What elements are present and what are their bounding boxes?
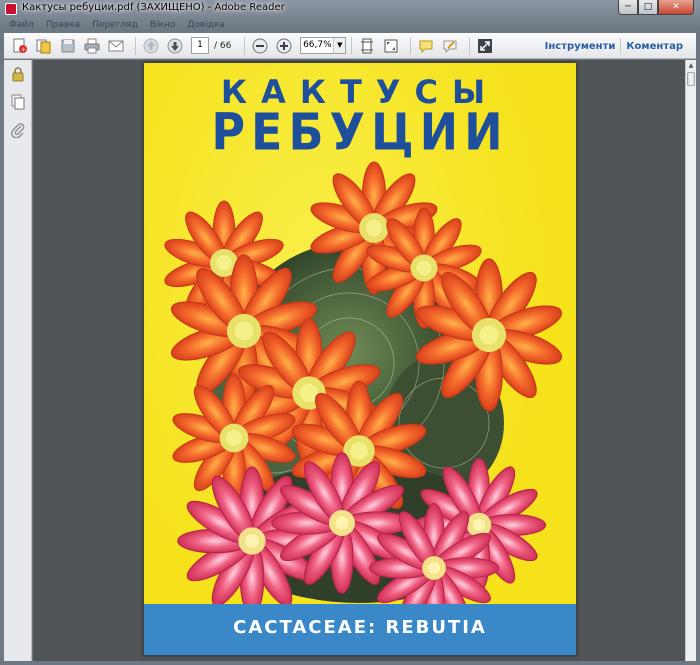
window-title: Кактусы ребуции.pdf (ЗАХИЩЕНО) - Adobe R… <box>22 2 285 13</box>
arrow-down-icon <box>167 38 183 53</box>
previous-page-button[interactable] <box>141 36 161 56</box>
page-thumbnails-button[interactable] <box>10 94 26 110</box>
highlight-pen-icon <box>443 40 457 53</box>
menu-bar: Файл Правка Перегляд Вікно Довідка <box>4 18 225 34</box>
menu-view[interactable]: Перегляд <box>92 18 138 34</box>
menu-window[interactable]: Вікно <box>150 18 176 34</box>
sticky-note-button[interactable] <box>416 36 436 56</box>
toolbar-separator <box>135 36 136 55</box>
create-pdf-icon: + <box>13 38 27 53</box>
navigation-pane <box>4 60 32 661</box>
vertical-scrollbar[interactable]: ▲ <box>685 60 696 661</box>
window-controls: ─ □ ✕ <box>618 0 694 16</box>
menu-edit[interactable]: Правка <box>46 18 80 34</box>
toolbar-separator <box>351 36 353 55</box>
cover-footer-band: CACTACEAE: REBUTIA <box>144 604 576 655</box>
close-button[interactable]: ✕ <box>658 0 694 15</box>
tools-pane-button[interactable]: Інструменти <box>540 41 621 52</box>
menu-help[interactable]: Довідка <box>187 18 225 34</box>
scroll-mode-button[interactable] <box>357 36 377 56</box>
print-icon <box>84 38 100 53</box>
save-icon <box>61 39 75 52</box>
fit-page-button[interactable] <box>381 36 401 56</box>
save-button[interactable] <box>58 36 78 56</box>
fit-page-icon <box>384 39 398 52</box>
svg-text:+: + <box>21 46 26 53</box>
toolbar-separator <box>410 36 412 55</box>
comment-pane-button[interactable]: Коментар <box>621 41 688 52</box>
adobe-reader-window: Кактусы ребуции.pdf (ЗАХИЩЕНО) - Adobe R… <box>0 0 700 665</box>
combine-icon <box>36 39 51 53</box>
highlight-button[interactable] <box>440 36 460 56</box>
menu-file[interactable]: Файл <box>9 18 34 34</box>
page-number-input[interactable]: 1 <box>191 37 209 54</box>
title-bar: Кактусы ребуции.pdf (ЗАХИЩЕНО) - Adobe R… <box>0 0 700 18</box>
expand-arrows-icon <box>478 38 493 53</box>
scroll-thumb[interactable] <box>687 72 695 86</box>
scroll-up-arrow-icon[interactable]: ▲ <box>686 60 696 71</box>
toolbar-panes: Інструменти Коментар <box>540 33 688 59</box>
cactus-flowers-photo <box>160 161 567 604</box>
pages-icon <box>11 94 25 110</box>
lock-icon <box>12 67 24 82</box>
attachments-button[interactable] <box>10 122 26 139</box>
minimize-button[interactable]: ─ <box>618 0 638 15</box>
zoom-value: 66,7% <box>303 40 332 50</box>
email-icon <box>108 40 124 51</box>
pdf-app-icon <box>5 3 17 15</box>
toolbar-separator <box>244 36 246 55</box>
paperclip-icon <box>11 123 25 139</box>
zoom-select[interactable]: 66,7% ▼ <box>300 37 347 54</box>
plus-circle-icon <box>276 38 292 53</box>
combine-button[interactable] <box>34 36 54 56</box>
email-button[interactable] <box>106 36 126 56</box>
lock-button[interactable] <box>10 66 26 82</box>
page-total: / 66 <box>214 40 232 51</box>
zoom-in-button[interactable] <box>274 36 294 56</box>
next-page-button[interactable] <box>165 36 185 56</box>
speech-bubble-icon <box>419 40 433 53</box>
zoom-out-button[interactable] <box>250 36 270 56</box>
cover-subtitle: CACTACEAE: REBUTIA <box>233 617 487 638</box>
chevron-down-icon: ▼ <box>333 38 346 53</box>
toolbar-separator <box>469 36 471 55</box>
page-scroll-icon <box>361 38 374 53</box>
create-pdf-button[interactable]: + <box>10 36 30 56</box>
window-bottom-border <box>4 661 696 665</box>
print-button[interactable] <box>82 36 102 56</box>
minus-circle-icon <box>252 38 268 53</box>
pdf-page-cover: КАКТУСЫ РЕБУЦИИ CACTACEAE: REBUTIA <box>144 63 576 655</box>
maximize-button[interactable]: □ <box>638 0 658 15</box>
toolbar: + 1 / 66 66,7% ▼ Інструменти Коментар <box>4 33 696 59</box>
arrow-up-icon <box>143 38 159 53</box>
read-mode-button[interactable] <box>475 36 495 56</box>
